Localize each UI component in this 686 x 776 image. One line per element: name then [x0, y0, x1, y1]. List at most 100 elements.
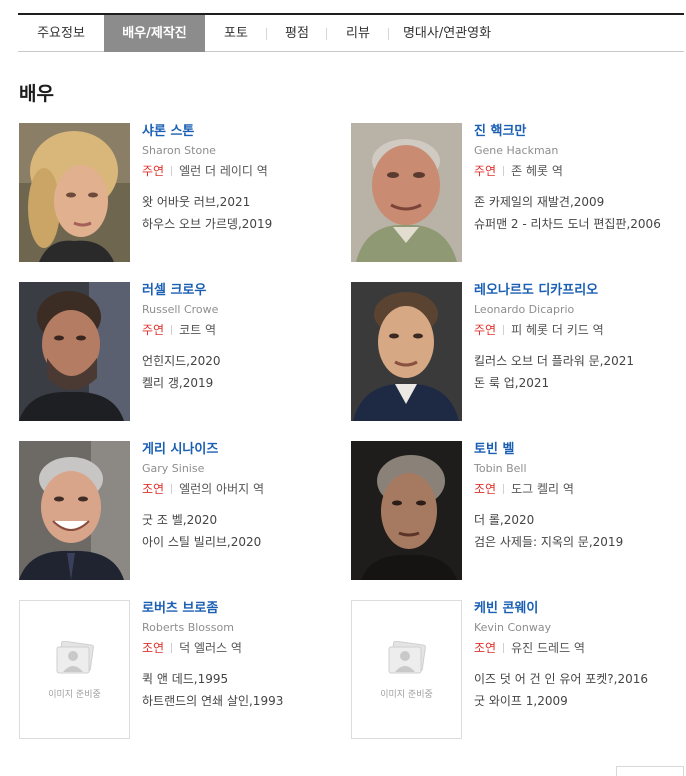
divider [503, 484, 505, 494]
film-item[interactable]: 슈퍼맨 2 - 리차드 도너 편집판,2006 [474, 213, 679, 235]
actor-card: 이미지 준비중 케빈 콘웨이 Kevin Conway 조연 유진 드레드 역 이… [351, 600, 681, 740]
film-item[interactable]: 킬러스 오브 더 플라워 문,2021 [474, 350, 679, 372]
actor-name-english: Leonardo Dicaprio [474, 303, 575, 316]
divider [171, 325, 173, 335]
role-line: 주연 코트 역 [142, 320, 347, 340]
film-item[interactable]: 돈 룩 업,2021 [474, 372, 679, 394]
film-item[interactable]: 아이 스틸 빌리브,2020 [142, 531, 347, 553]
gary-sinise-photo[interactable] [19, 441, 130, 580]
actor-name-korean[interactable]: 샤론 스톤 [142, 123, 347, 141]
tab-cast-crew[interactable]: 배우/제작진 [104, 15, 205, 52]
image-placeholder-icon [56, 641, 94, 674]
film-item[interactable]: 이즈 덧 어 건 인 유어 포켓?,2016 [474, 668, 679, 690]
film-item[interactable]: 굿 조 벨,2020 [142, 509, 347, 531]
filmography-list: 퀵 앤 데드,1995 하트랜드의 연쇄 살인,1993 [142, 668, 347, 712]
film-item[interactable]: 퀵 앤 데드,1995 [142, 668, 347, 690]
tab-review[interactable]: 리뷰 [327, 15, 389, 52]
film-item[interactable]: 검은 사제들: 지옥의 문,2019 [474, 531, 679, 553]
role-name: 도그 켈리 역 [511, 482, 574, 496]
filmography-list: 이즈 덧 어 건 인 유어 포켓?,2016 굿 와이프 1,2009 [474, 668, 679, 712]
actor-name-korean[interactable]: 케빈 콘웨이 [474, 600, 679, 618]
more-button-edge[interactable] [616, 766, 684, 776]
actor-name-korean[interactable]: 로버츠 브로좀 [142, 600, 347, 618]
role-type: 조연 [474, 641, 497, 655]
tab-label: 리뷰 [346, 26, 370, 41]
russell-crowe-photo[interactable] [19, 282, 130, 421]
actor-card: 샤론 스톤 Sharon Stone 주연 엘런 더 레이디 역 왓 어바웃 러브… [19, 123, 349, 263]
actor-card: 레오나르도 디카프리오 Leonardo Dicaprio 주연 피 헤롯 더 키… [351, 282, 681, 422]
actor-name-korean[interactable]: 게리 시나이즈 [142, 441, 347, 459]
filmography-list: 더 롤,2020 검은 사제들: 지옥의 문,2019 [474, 509, 679, 553]
role-type: 주연 [142, 164, 165, 178]
no-image-placeholder[interactable]: 이미지 준비중 [351, 600, 462, 739]
actor-info: 레오나르도 디카프리오 Leonardo Dicaprio 주연 피 헤롯 더 키… [474, 282, 679, 394]
role-type: 조연 [474, 482, 497, 496]
film-item[interactable]: 하우스 오브 가르뎅,2019 [142, 213, 347, 235]
film-item[interactable]: 더 롤,2020 [474, 509, 679, 531]
actor-card: 러셀 크로우 Russell Crowe 주연 코트 역 언힌지드,2020 켈리… [19, 282, 349, 422]
role-type: 주연 [474, 323, 497, 337]
film-item[interactable]: 하트랜드의 연쇄 살인,1993 [142, 690, 347, 712]
tab-label: 포토 [224, 26, 248, 41]
role-type: 조연 [142, 641, 165, 655]
divider [503, 166, 505, 176]
role-type: 조연 [142, 482, 165, 496]
role-name: 존 헤롯 역 [511, 164, 563, 178]
role-line: 주연 존 헤롯 역 [474, 161, 679, 181]
actor-name-english: Kevin Conway [474, 621, 552, 634]
role-type: 주연 [474, 164, 497, 178]
divider [503, 643, 505, 653]
gene-hackman-photo[interactable] [351, 123, 462, 262]
role-name: 코트 역 [179, 323, 217, 337]
tobin-bell-photo[interactable] [351, 441, 462, 580]
actor-info: 러셀 크로우 Russell Crowe 주연 코트 역 언힌지드,2020 켈리… [142, 282, 347, 394]
tab-label: 명대사/연관영화 [402, 26, 492, 41]
role-line: 조연 엘런의 아버지 역 [142, 479, 347, 499]
actor-name-korean[interactable]: 토빈 벨 [474, 441, 679, 459]
tab-quotes-related[interactable]: 명대사/연관영화 [389, 15, 505, 52]
tab-photo[interactable]: 포토 [205, 15, 267, 52]
role-line: 조연 도그 켈리 역 [474, 479, 679, 499]
actor-name-korean[interactable]: 러셀 크로우 [142, 282, 347, 300]
film-item[interactable]: 언힌지드,2020 [142, 350, 347, 372]
actor-info: 게리 시나이즈 Gary Sinise 조연 엘런의 아버지 역 굿 조 벨,20… [142, 441, 347, 553]
role-name: 엘런 더 레이디 역 [179, 164, 268, 178]
divider [171, 484, 173, 494]
role-line: 주연 피 헤롯 더 키드 역 [474, 320, 679, 340]
leonardo-dicaprio-photo[interactable] [351, 282, 462, 421]
actor-info: 로버츠 브로좀 Roberts Blossom 조연 덕 엘러스 역 퀵 앤 데드… [142, 600, 347, 712]
role-name: 엘런의 아버지 역 [179, 482, 265, 496]
actor-name-english: Russell Crowe [142, 303, 219, 316]
actor-card: 진 핵크만 Gene Hackman 주연 존 헤롯 역 존 카제일의 재발견,2… [351, 123, 681, 263]
actor-name-english: Tobin Bell [474, 462, 527, 475]
role-line: 조연 덕 엘러스 역 [142, 638, 347, 658]
filmography-list: 왓 어바웃 러브,2021 하우스 오브 가르뎅,2019 [142, 191, 347, 235]
role-line: 조연 유진 드레드 역 [474, 638, 679, 658]
film-item[interactable]: 존 카제일의 재발견,2009 [474, 191, 679, 213]
actor-name-korean[interactable]: 진 핵크만 [474, 123, 679, 141]
tab-label: 평점 [285, 26, 309, 41]
divider [503, 325, 505, 335]
tab-main-info[interactable]: 주요정보 [18, 15, 104, 52]
tab-rating[interactable]: 평점 [267, 15, 327, 52]
actor-card: 게리 시나이즈 Gary Sinise 조연 엘런의 아버지 역 굿 조 벨,20… [19, 441, 349, 581]
actor-name-english: Sharon Stone [142, 144, 216, 157]
film-item[interactable]: 켈리 갱,2019 [142, 372, 347, 394]
actor-name-english: Gene Hackman [474, 144, 559, 157]
filmography-list: 굿 조 벨,2020 아이 스틸 빌리브,2020 [142, 509, 347, 553]
actor-info: 케빈 콘웨이 Kevin Conway 조연 유진 드레드 역 이즈 덧 어 건 … [474, 600, 679, 712]
actor-name-korean[interactable]: 레오나르도 디카프리오 [474, 282, 679, 300]
tab-label: 배우/제작진 [122, 26, 187, 41]
divider [171, 166, 173, 176]
film-item[interactable]: 굿 와이프 1,2009 [474, 690, 679, 712]
tab-bar: 주요정보 배우/제작진 포토 평점 리뷰 명대사/연관영화 [18, 13, 684, 52]
role-name: 유진 드레드 역 [511, 641, 585, 655]
film-item[interactable]: 왓 어바웃 러브,2021 [142, 191, 347, 213]
sharon-stone-photo[interactable] [19, 123, 130, 262]
no-image-placeholder[interactable]: 이미지 준비중 [19, 600, 130, 739]
filmography-list: 언힌지드,2020 켈리 갱,2019 [142, 350, 347, 394]
role-type: 주연 [142, 323, 165, 337]
actor-name-english: Gary Sinise [142, 462, 205, 475]
tab-label: 주요정보 [37, 26, 85, 41]
no-image-label: 이미지 준비중 [380, 690, 433, 700]
